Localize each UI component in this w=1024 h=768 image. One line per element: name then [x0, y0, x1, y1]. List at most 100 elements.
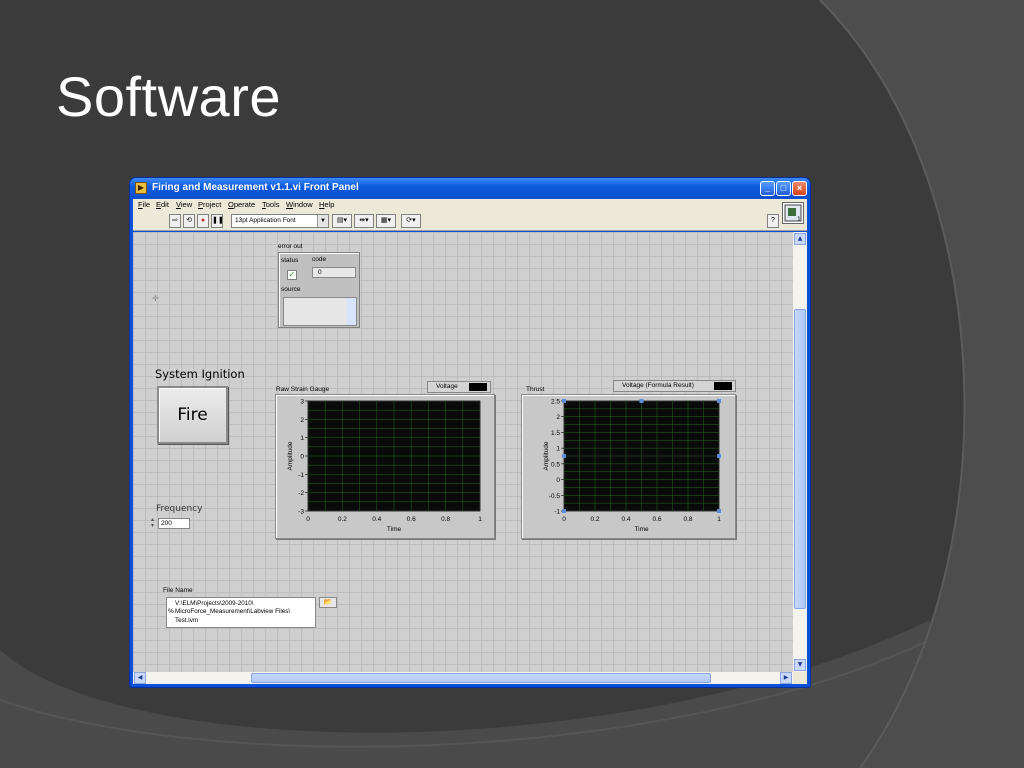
source-scrollbar[interactable]	[347, 298, 356, 325]
legend-swatch-icon	[469, 383, 487, 391]
slide-title: Software	[56, 65, 281, 128]
cursor-marker	[639, 399, 644, 403]
code-label: code	[312, 256, 327, 263]
cursor-marker	[717, 509, 721, 513]
file-path-line: V:\ELM\Projects\2009-2010\	[175, 600, 254, 607]
scroll-down-icon[interactable]: ▼	[794, 659, 806, 671]
menu-project[interactable]: Project	[198, 200, 221, 209]
y-tick-label: 1	[300, 435, 304, 442]
scroll-up-icon[interactable]: ▲	[794, 233, 806, 245]
toolbar: ⇨ ⟲ ● ❚❚ 13pt Application Font ▼ ▤▾ ⇹▾ ▦…	[133, 212, 807, 231]
horizontal-scroll-thumb[interactable]	[251, 673, 711, 683]
connector-pane-icon: 1	[784, 204, 802, 223]
cursor-marker	[562, 454, 566, 458]
status-label: status	[281, 257, 299, 264]
thrust-chart[interactable]: 2.521.510.50-0.5-10 0.2 0.4 0.6 0.8 1TimeAmpl…	[522, 395, 735, 538]
folder-open-icon[interactable]: 📂	[319, 597, 337, 608]
menu-help[interactable]: Help	[319, 200, 334, 209]
scroll-right-icon[interactable]: ▶	[780, 672, 792, 684]
y-tick-label: 2	[300, 417, 304, 424]
font-select[interactable]: 13pt Application Font ▼	[231, 214, 329, 228]
y-tick-label: 0.5	[551, 461, 560, 468]
crosshair-icon: ✛	[152, 294, 159, 303]
vertical-scrollbar[interactable]: ▲ ▼	[793, 232, 807, 672]
y-tick-label: -1	[554, 509, 560, 516]
y-axis-label: Amplitude	[287, 441, 294, 470]
align-icon[interactable]: ▤▾	[332, 214, 352, 228]
menu-view[interactable]: View	[176, 200, 192, 209]
y-axis-label: Amplitude	[543, 441, 550, 470]
y-tick-label: -2	[298, 490, 304, 497]
y-tick-label: 0	[300, 454, 304, 461]
y-tick-label: 3	[300, 399, 304, 406]
x-tick-label: 0.8	[441, 516, 450, 523]
menu-bar: File Edit View Project Operate Tools Win…	[133, 199, 807, 212]
resize-grip[interactable]	[793, 672, 807, 684]
resize-icon[interactable]: ▦▾	[376, 214, 396, 228]
chart2-legend[interactable]: Voltage (Formula Result)	[613, 380, 736, 392]
menu-tools[interactable]: Tools	[262, 200, 280, 209]
vi-connector-icon[interactable]: 1	[782, 202, 804, 224]
front-panel: ✛ error out status ✓ code 0 source Syste…	[133, 232, 793, 672]
reorder-icon[interactable]: ⟳▾	[401, 214, 421, 228]
chart1-legend[interactable]: Voltage	[427, 381, 491, 393]
frequency-stepper[interactable]: ▴ ▾	[151, 517, 157, 530]
y-tick-label: -3	[298, 509, 304, 516]
path-prefix: %	[168, 608, 174, 615]
chevron-down-icon: ▼	[317, 215, 328, 227]
svg-text:1: 1	[797, 216, 801, 223]
frequency-input[interactable]: 200	[158, 518, 190, 529]
cursor-marker	[562, 399, 566, 403]
pause-icon[interactable]: ❚❚	[211, 214, 224, 228]
run-continuous-icon[interactable]: ⟲	[183, 214, 195, 228]
menu-edit[interactable]: Edit	[156, 200, 169, 209]
frequency-label: Frequency	[156, 504, 203, 514]
chart1-legend-label: Voltage	[436, 383, 458, 390]
fire-button[interactable]: Fire	[157, 386, 228, 444]
x-tick-label: 1	[478, 516, 482, 523]
horizontal-scrollbar[interactable]: ◀ ▶	[133, 672, 793, 684]
file-name-label: File Name	[163, 587, 193, 594]
source-label: source	[281, 286, 301, 293]
close-button[interactable]: ×	[792, 181, 807, 196]
cursor-marker	[717, 399, 721, 403]
menu-operate[interactable]: Operate	[228, 200, 255, 209]
abort-icon[interactable]: ●	[197, 214, 209, 228]
chart1-frame: 3 2 1 0 -1 -2 -3 0 0.2 0.4 0.6 0.8 1 Time Amplitude	[275, 394, 495, 539]
x-tick-label: 0.4	[372, 516, 381, 523]
chart1-title: Raw Strain Gauge	[276, 386, 330, 393]
x-tick-label: 0	[562, 516, 566, 523]
chart2-title: Thrust	[526, 386, 545, 393]
distribute-icon[interactable]: ⇹▾	[354, 214, 374, 228]
source-field	[283, 297, 357, 326]
error-out-cluster: status ✓ code 0 source	[278, 252, 360, 328]
status-check-icon: ✓	[287, 270, 297, 280]
x-tick-label: 0.6	[652, 516, 661, 523]
system-ignition-label: System Ignition	[155, 367, 245, 381]
legend-swatch-icon	[714, 382, 732, 390]
chart2-frame: 2.5 2 1.5 1 0.5 0 -0.5 -1 0 0.2 0.4 0.6 0.8 1 Time Ampl…	[521, 394, 736, 539]
y-tick-label: 2	[556, 414, 560, 421]
help-icon[interactable]: ?	[767, 214, 779, 228]
scroll-left-icon[interactable]: ◀	[134, 672, 146, 684]
minimize-button[interactable]: _	[760, 181, 775, 196]
x-tick-label: 0.2	[338, 516, 347, 523]
x-axis-label: Time	[634, 526, 649, 533]
cursor-marker	[717, 454, 721, 458]
x-tick-label: 0.4	[621, 516, 630, 523]
y-tick-label: 0	[556, 477, 560, 484]
y-tick-label: 1.5	[551, 430, 560, 437]
window-titlebar[interactable]: ▶ Firing and Measurement v1.1.vi Front P…	[130, 178, 810, 199]
file-path-input[interactable]: % V:\ELM\Projects\2009-2010\ MicroForce_…	[166, 597, 316, 628]
menu-file[interactable]: File	[138, 200, 150, 209]
menu-window[interactable]: Window	[286, 200, 313, 209]
y-tick-label: -1	[298, 472, 304, 479]
y-tick-label: -0.5	[549, 493, 561, 500]
file-path-line: Test.lvm	[175, 616, 199, 624]
run-arrow-icon[interactable]: ⇨	[169, 214, 181, 228]
raw-strain-gauge-chart[interactable]: 3210-1-2-30 0.2 0.4 0.6 0.8 1TimeAmplitude	[276, 395, 494, 538]
window-title: Firing and Measurement v1.1.vi Front Pan…	[152, 182, 359, 193]
vertical-scroll-thumb[interactable]	[794, 309, 806, 609]
maximize-button[interactable]: □	[776, 181, 791, 196]
font-select-value: 13pt Application Font	[235, 217, 296, 224]
